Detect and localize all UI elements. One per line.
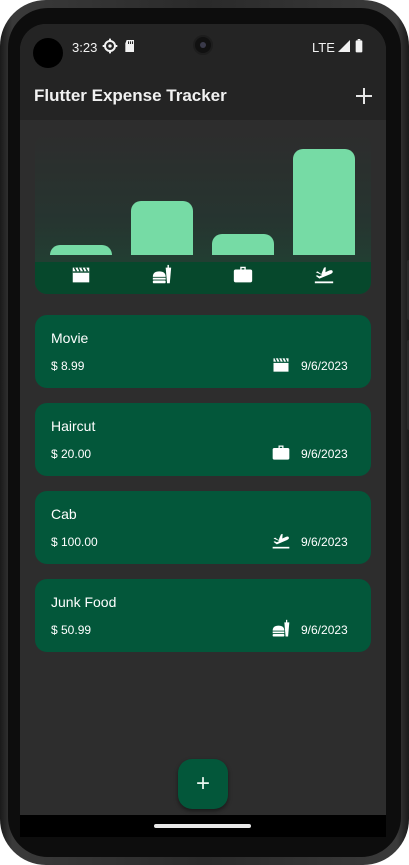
chart-bar-food (131, 201, 193, 255)
expense-title: Cab (51, 506, 77, 522)
expense-item[interactable]: Junk Food $ 50.99 9/6/2023 (35, 579, 371, 652)
signal-icon (338, 40, 350, 52)
status-time: 3:23 (72, 40, 98, 55)
leisure-icon (72, 267, 90, 283)
app-bar: Flutter Expense Tracker (20, 69, 386, 120)
settings-gear-icon (102, 38, 118, 54)
expense-amount: $ 20.00 (51, 447, 92, 461)
gesture-handle[interactable] (154, 824, 251, 828)
screen: 3:23 LTE Flutter Expense Tracker Movie $… (20, 24, 386, 837)
navigation-bar (20, 815, 386, 837)
chart-icon-strip (35, 262, 371, 294)
expense-item[interactable]: Movie $ 8.99 9/6/2023 (35, 315, 371, 388)
front-camera (193, 35, 213, 55)
battery-icon (355, 39, 363, 53)
expense-title: Haircut (51, 418, 96, 434)
fastfood-icon (272, 619, 290, 637)
expense-item[interactable]: Cab $ 100.00 9/6/2023 (35, 491, 371, 564)
travel-icon (314, 267, 334, 284)
food-icon (152, 264, 172, 284)
briefcase-icon (272, 445, 290, 460)
expense-item[interactable]: Haircut $ 20.00 9/6/2023 (35, 403, 371, 476)
chart-bar-leisure (50, 245, 112, 255)
expense-chart (35, 134, 371, 294)
chart-bar-travel (293, 149, 355, 255)
expense-date: 9/6/2023 (301, 447, 348, 461)
network-type: LTE (312, 40, 335, 55)
add-expense-button[interactable] (352, 84, 376, 108)
movie-clapper-icon (273, 358, 289, 372)
expense-amount: $ 8.99 (51, 359, 85, 373)
expense-date: 9/6/2023 (301, 623, 348, 637)
app-title: Flutter Expense Tracker (34, 86, 227, 105)
expense-date: 9/6/2023 (301, 535, 348, 549)
chart-bars (35, 134, 371, 257)
chart-bar-work (212, 234, 274, 255)
top-area: 3:23 LTE Flutter Expense Tracker (20, 24, 386, 120)
phone-frame: 3:23 LTE Flutter Expense Tracker Movie $… (0, 0, 409, 865)
expense-title: Movie (51, 330, 89, 346)
sd-card-icon (125, 40, 134, 52)
front-camera-left (33, 38, 63, 68)
work-icon (233, 266, 253, 283)
expense-title: Junk Food (51, 594, 117, 610)
flight-takeoff-icon (272, 533, 290, 549)
expense-date: 9/6/2023 (301, 359, 348, 373)
add-expense-fab[interactable]: + (178, 759, 228, 809)
status-bar: 3:23 LTE (20, 24, 386, 69)
expense-amount: $ 100.00 (51, 535, 98, 549)
expense-amount: $ 50.99 (51, 623, 92, 637)
